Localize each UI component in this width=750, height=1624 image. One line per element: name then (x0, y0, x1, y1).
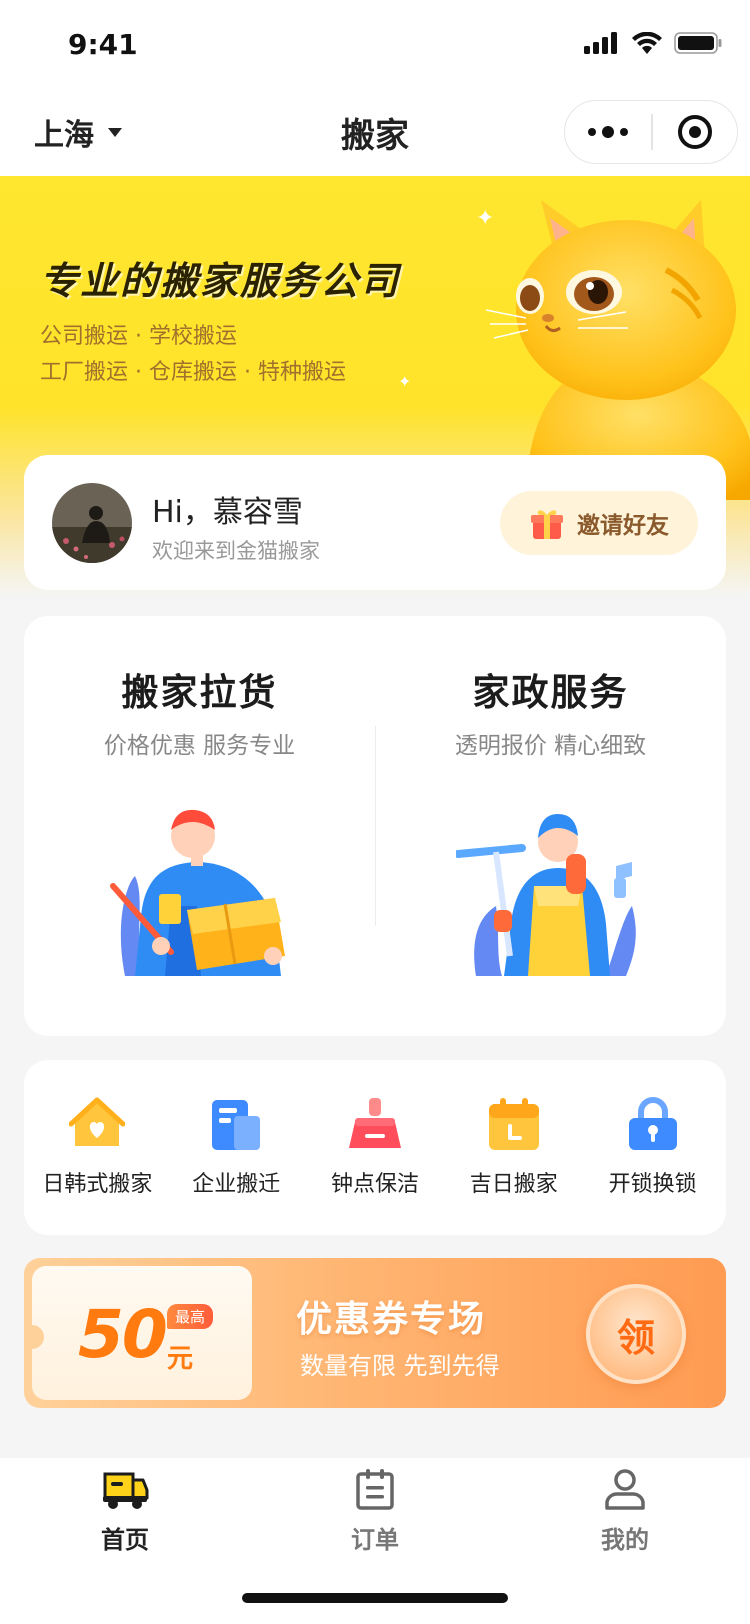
banner-services-line-1: 公司搬运 · 学校搬运 (40, 324, 237, 349)
house-icon (69, 1097, 126, 1146)
avatar[interactable] (52, 483, 132, 563)
tab-home[interactable]: 首页 (45, 1468, 205, 1555)
service-moving[interactable]: 搬家拉货 价格优惠 服务专业 (24, 616, 375, 1036)
quick-item-label: 吉日搬家 (469, 1172, 558, 1197)
status-icons (584, 32, 722, 54)
quick-item-locksmith[interactable]: 开锁换锁 (583, 1060, 722, 1235)
mini-program-capsule (564, 100, 738, 164)
quick-item-label: 开锁换锁 (608, 1172, 697, 1197)
user-icon (605, 1469, 645, 1510)
coupon-subtitle: 数量有限 先到先得 (300, 1352, 500, 1380)
close-mini-program-button[interactable] (653, 101, 738, 163)
coupon-badge: 最高 (167, 1304, 214, 1329)
coupon-banner[interactable]: 50 最高 元 优惠券专场 数量有限 先到先得 领 (24, 1258, 726, 1408)
quick-item-label: 钟点保洁 (330, 1172, 419, 1197)
signal-icon (584, 32, 617, 54)
tab-orders[interactable]: 订单 (295, 1468, 455, 1555)
truck-icon (103, 1472, 149, 1509)
status-bar: 9:41 (0, 0, 750, 92)
home-indicator (242, 1593, 508, 1603)
service-card: 搬家拉货 价格优惠 服务专业 家政服务 透明报价 精心细致 (24, 616, 726, 1036)
service-title: 搬家拉货 (121, 671, 278, 714)
quick-item-label: 日韩式搬家 (42, 1172, 153, 1197)
coupon-title: 优惠券专场 (296, 1299, 487, 1340)
calendar-icon (488, 1098, 539, 1150)
tab-label: 我的 (601, 1526, 649, 1554)
service-subtitle: 透明报价 精心细致 (454, 733, 647, 759)
quick-item-enterprise-relocation[interactable]: 企业搬迁 (167, 1060, 306, 1235)
claim-label: 领 (616, 1315, 655, 1360)
welcome-text: 欢迎来到金猫搬家 (152, 539, 320, 563)
target-icon (677, 115, 712, 149)
user-card: Hi，慕容雪 欢迎来到金猫搬家 邀请好友 (24, 455, 726, 590)
invite-friends-button[interactable]: 邀请好友 (500, 491, 698, 555)
broom-icon (348, 1098, 401, 1148)
more-button[interactable] (565, 101, 651, 163)
sparkle-icon: ✦ (398, 372, 412, 391)
quick-item-label: 企业搬迁 (192, 1172, 281, 1197)
tab-mine[interactable]: 我的 (545, 1468, 705, 1555)
service-subtitle: 价格优惠 服务专业 (103, 733, 296, 759)
quick-item-korean-moving[interactable]: 日韩式搬家 (28, 1060, 167, 1235)
tab-label: 订单 (351, 1526, 399, 1554)
quick-item-hourly-cleaning[interactable]: 钟点保洁 (306, 1060, 445, 1235)
nav-bar: 上海 搬家 (0, 92, 750, 176)
mover-illustration (109, 809, 285, 976)
service-title: 家政服务 (472, 671, 629, 714)
claim-coupon-button[interactable]: 领 (586, 1284, 686, 1384)
coupon-amount: 50 (78, 1296, 168, 1373)
invite-label: 邀请好友 (577, 513, 669, 539)
coupon-ticket: 50 最高 元 (24, 1266, 252, 1400)
lock-icon (628, 1097, 677, 1150)
tab-label: 首页 (101, 1526, 149, 1554)
coupon-unit: 元 (167, 1344, 194, 1374)
banner-services-line-2: 工厂搬运 · 仓库搬运 · 特种搬运 (40, 360, 346, 385)
building-icon (212, 1100, 261, 1150)
banner-title: 专业的搬家服务公司 (40, 259, 401, 303)
clipboard-icon (356, 1469, 394, 1510)
quick-menu: 日韩式搬家 企业搬迁 钟点保洁 吉日搬家 开锁换锁 (24, 1060, 726, 1235)
battery-icon (674, 32, 722, 54)
quick-item-auspicious-day[interactable]: 吉日搬家 (444, 1060, 583, 1235)
service-housekeeping[interactable]: 家政服务 透明报价 精心细致 (375, 616, 726, 1036)
cleaner-illustration (455, 814, 636, 976)
gift-icon (531, 510, 563, 539)
status-time: 9:41 (68, 28, 138, 61)
wifi-icon (632, 32, 662, 54)
user-greeting: Hi，慕容雪 (152, 495, 303, 530)
